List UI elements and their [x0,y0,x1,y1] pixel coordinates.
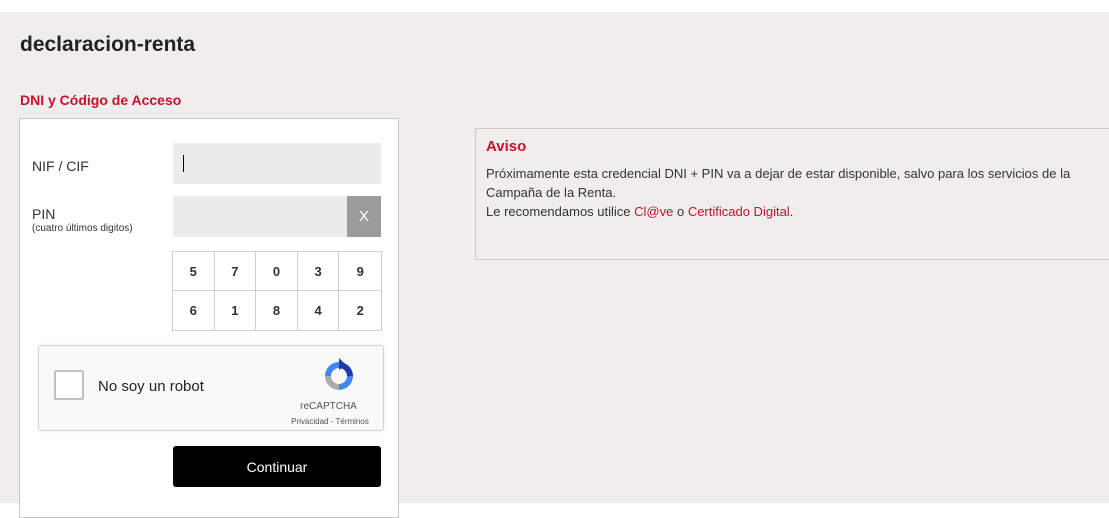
keypad-key[interactable]: 1 [215,291,257,330]
keypad-key[interactable]: 7 [214,252,257,291]
text-caret [183,155,184,172]
recaptcha-logo-icon [325,358,353,390]
notice-connector: o [673,204,688,219]
recaptcha-label: No soy un robot [98,378,204,395]
clear-pin-button[interactable]: X [347,196,381,237]
recaptcha-brand: reCAPTCHA [300,401,357,412]
notice-text: Próximamente esta credencial DNI + PIN v… [486,166,1071,200]
notice-body: Próximamente esta credencial DNI + PIN v… [486,164,1109,221]
keypad-key[interactable]: 3 [297,252,340,291]
pin-keypad: 5 7 0 3 9 6 1 8 4 2 [172,251,382,331]
notice-recommendation: Le recomendamos utilice [486,204,635,219]
recaptcha-widget: No soy un robot reCAPTCHA Privacidad - T… [38,345,384,431]
keypad-key[interactable]: 4 [298,291,340,330]
recaptcha-privacy-link[interactable]: Privacidad [291,417,328,426]
notice-suffix: . [789,204,794,219]
keypad-key[interactable]: 8 [256,291,298,330]
section-title: DNI y Código de Acceso [20,92,182,108]
certificado-digital-link[interactable]: Certificado Digital [688,204,790,219]
recaptcha-terms-link[interactable]: Términos [335,417,368,426]
page-background: declaracion-renta DNI y Código de Acceso… [0,12,1109,518]
clave-link[interactable]: Cl@ve [634,204,673,219]
continue-button[interactable]: Continuar [173,446,381,487]
keypad-key[interactable]: 6 [173,291,215,330]
notice-title: Aviso [486,138,527,155]
pin-hint: (cuatro últimos digitos) [32,223,133,234]
keypad-key[interactable]: 2 [339,291,381,330]
nif-label: NIF / CIF [32,158,89,174]
keypad-key[interactable]: 0 [256,252,298,291]
keypad-key[interactable]: 9 [339,252,381,291]
recaptcha-links: Privacidad - Términos [275,417,385,426]
keypad-key[interactable]: 5 [173,252,215,291]
pin-label: PIN [32,206,56,222]
notice-box: Aviso Próximamente esta credencial DNI +… [475,128,1109,260]
nif-input[interactable] [173,143,381,184]
recaptcha-checkbox[interactable] [54,370,84,400]
pin-input[interactable] [173,196,347,237]
page-title: declaracion-renta [20,33,196,56]
